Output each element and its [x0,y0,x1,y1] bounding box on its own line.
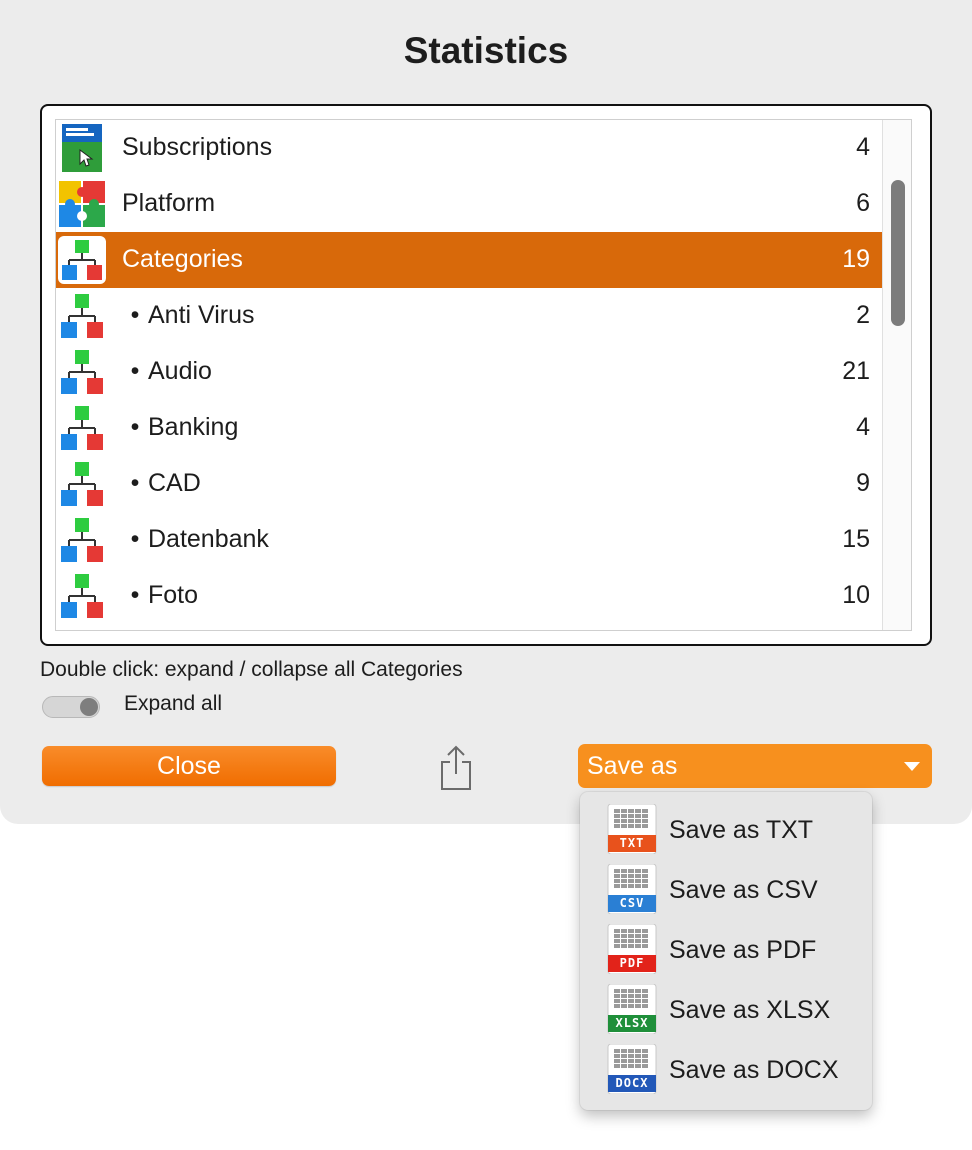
row-count: 4 [856,413,870,441]
chevron-down-icon [904,762,920,771]
expand-hint: Double click: expand / collapse all Cate… [40,658,463,681]
menu-item-label: Save as TXT [669,816,814,844]
row-label-text: Audio [148,357,212,385]
save-as-menu: TXT Save as TXT CSV Save as CSV PDF Save as P… [580,792,872,1110]
row-label: • Datenbank [122,525,269,554]
txt-file-icon: TXT [607,803,657,855]
row-label-text: Anti Virus [148,301,255,329]
row-label-text: Subscriptions [122,133,273,161]
row-label-text: Categories [122,245,243,273]
category-tree-icon [58,236,106,284]
menu-item-save-docx[interactable]: DOCX Save as DOCX [580,1032,872,1095]
row-count: 9 [856,469,870,497]
row-label-text: Platform [122,189,216,217]
save-as-dropdown[interactable]: Save as [578,744,932,788]
row-label: • Foto [122,581,198,610]
row-count: 19 [842,245,870,273]
xlsx-file-icon: XLSX [607,983,657,1035]
expand-all-toggle[interactable] [42,696,100,718]
row-count: 21 [842,357,870,385]
category-tree-icon [58,460,106,508]
bullet: • [130,525,140,553]
category-tree-icon [58,404,106,452]
pdf-file-icon: PDF [607,923,657,975]
list-row-subscriptions[interactable]: Subscriptions 4 [56,120,882,176]
row-label: Categories [122,245,243,274]
bullet: • [130,301,140,329]
expand-all-label: Expand all [124,692,223,715]
file-badge-text: PDF [619,956,645,970]
category-tree-icon [58,348,106,396]
row-count: 15 [842,525,870,553]
scrollbar[interactable] [882,120,911,630]
menu-item-label: Save as DOCX [669,1056,839,1084]
puzzle-icon [58,180,106,228]
list-row-audio[interactable]: • Audio 21 [56,344,882,400]
bullet: • [130,469,140,497]
file-badge-text: XLSX [615,1016,649,1030]
category-tree-icon [58,516,106,564]
license-manager-icon [58,124,106,172]
row-count: 10 [842,581,870,609]
menu-item-save-xlsx[interactable]: XLSX Save as XLSX [580,972,872,1035]
statistics-list-frame: Subscriptions 4 Platform 6 Categories 19 • Anti… [40,104,932,646]
row-label-text: CAD [148,469,201,497]
dialog-title: Statistics [403,30,569,71]
category-tree-icon [58,572,106,620]
menu-item-save-pdf[interactable]: PDF Save as PDF [580,912,872,975]
row-label: • Audio [122,357,212,386]
row-label-text: Foto [148,581,199,609]
bullet: • [130,413,140,441]
statistics-dialog: Statistics Subscriptions 4 Platform 6 Catego… [0,0,972,824]
list-row-cad[interactable]: • CAD 9 [56,456,882,512]
share-button[interactable] [438,744,474,792]
list-row-datenbank[interactable]: • Datenbank 15 [56,512,882,568]
row-count: 4 [856,133,870,161]
file-badge-text: CSV [619,896,645,910]
docx-file-icon: DOCX [607,1043,657,1095]
menu-item-save-txt[interactable]: TXT Save as TXT [580,792,872,855]
row-label-text: Banking [148,413,239,441]
file-badge-text: TXT [619,836,645,850]
csv-file-icon: CSV [607,863,657,915]
row-label: • Anti Virus [122,301,255,330]
list-row-platform[interactable]: Platform 6 [56,176,882,232]
menu-item-label: Save as PDF [669,936,817,964]
menu-item-save-csv[interactable]: CSV Save as CSV [580,852,872,915]
category-tree-icon [58,292,106,340]
toggle-knob [80,698,98,716]
list-row-foto[interactable]: • Foto 10 [56,568,882,624]
list-row-banking[interactable]: • Banking 4 [56,400,882,456]
bullet: • [130,357,140,385]
list-row-categories[interactable]: Categories 19 [56,232,882,288]
row-label: Platform [122,189,215,218]
row-label: Subscriptions [122,133,272,162]
share-icon [441,745,471,790]
bullet: • [130,581,140,609]
row-count: 2 [856,301,870,329]
close-button[interactable]: Close [42,746,336,786]
file-badge-text: DOCX [615,1076,649,1090]
row-count: 6 [856,189,870,217]
row-label-text: Datenbank [148,525,269,553]
menu-item-label: Save as CSV [669,876,818,904]
statistics-list[interactable]: Subscriptions 4 Platform 6 Categories 19 • Anti… [55,119,912,631]
save-as-label: Save as [587,752,678,780]
list-row-anti-virus[interactable]: • Anti Virus 2 [56,288,882,344]
menu-item-label: Save as XLSX [669,996,831,1024]
scrollbar-thumb[interactable] [891,180,905,326]
row-label: • CAD [122,469,201,498]
row-label: • Banking [122,413,239,442]
